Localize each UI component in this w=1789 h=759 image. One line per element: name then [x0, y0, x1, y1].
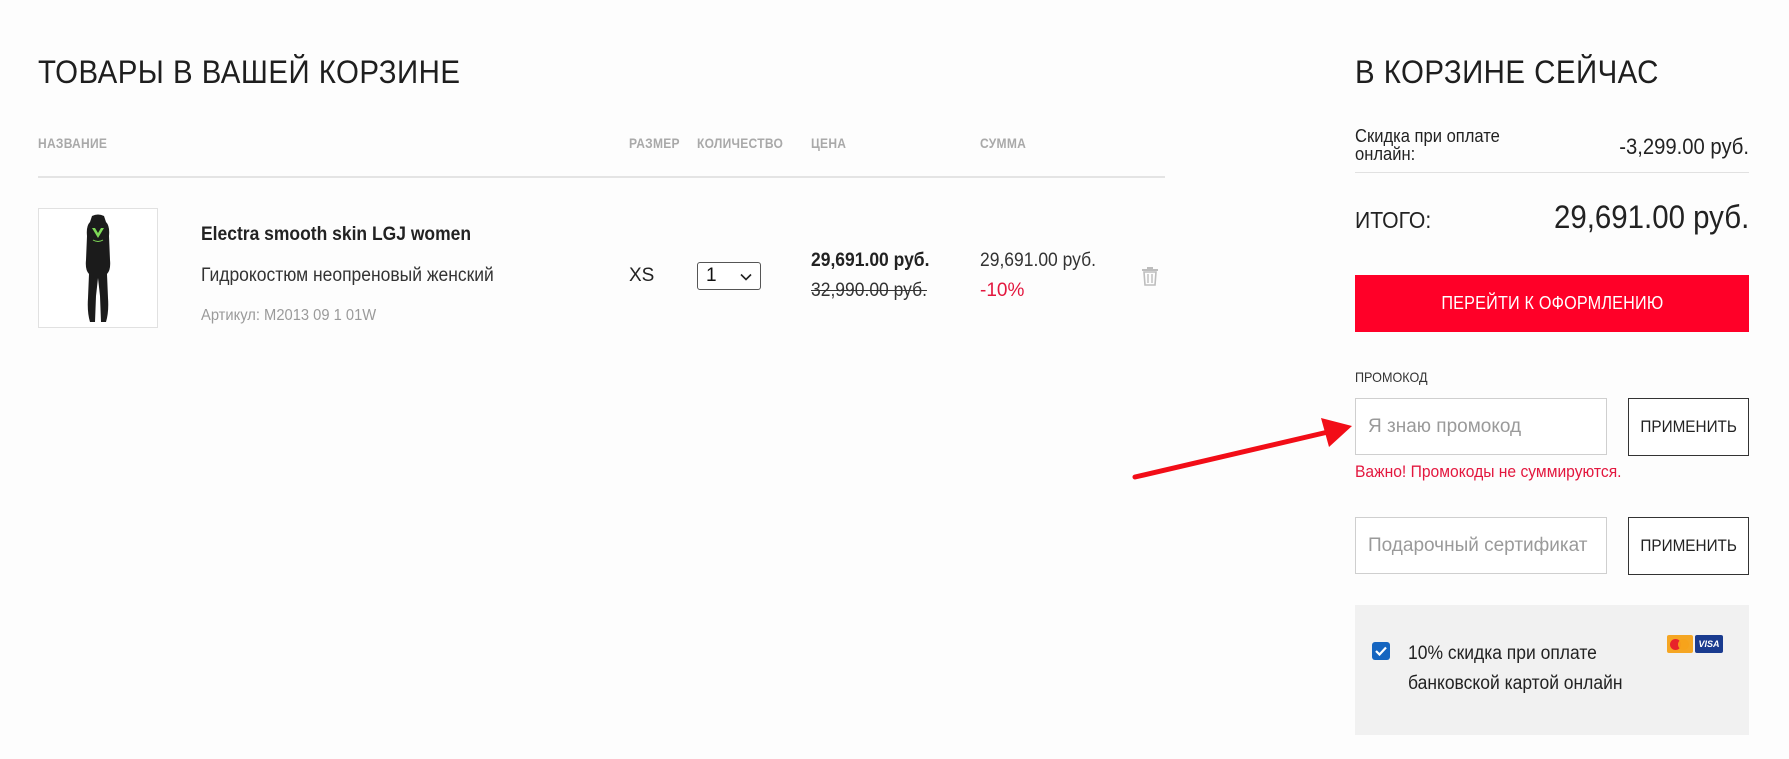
online-discount-value: -3,299.00 руб.	[1619, 134, 1749, 159]
annotation-arrow-icon	[1132, 418, 1352, 480]
header-divider	[38, 176, 1165, 178]
promo-warning: Важно! Промокоды не суммируются.	[1355, 462, 1622, 481]
product-old-price: 32,990.00 руб.	[811, 280, 927, 301]
summary-title: В КОРЗИНЕ СЕЙЧАС	[1355, 54, 1659, 90]
quantity-value: 1	[706, 265, 717, 286]
product-price: 29,691.00 руб.	[811, 250, 930, 271]
summary-divider	[1355, 172, 1749, 173]
checkout-button[interactable]: ПЕРЕЙТИ К ОФОРМЛЕНИЮ	[1355, 275, 1749, 332]
product-size: XS	[629, 265, 655, 286]
column-header-price: ЦЕНА	[811, 135, 847, 151]
promo-code-input[interactable]	[1355, 398, 1607, 455]
product-sum: 29,691.00 руб.	[980, 250, 1096, 271]
wetsuit-image	[85, 214, 111, 322]
gift-certificate-input[interactable]	[1355, 517, 1607, 574]
online-discount-label: Скидка при оплате онлайн:	[1355, 126, 1500, 164]
column-header-size: РАЗМЕР	[629, 135, 680, 151]
online-payment-text: 10% скидка при оплате банковской картой …	[1408, 643, 1623, 694]
product-name[interactable]: Electra smooth skin LGJ women	[201, 224, 471, 246]
trash-icon[interactable]	[1141, 266, 1159, 286]
promo-label: ПРОМОКОД	[1355, 369, 1428, 385]
online-payment-checkbox[interactable]	[1372, 642, 1390, 660]
mastercard-logo	[1667, 635, 1693, 653]
product-discount: -10%	[980, 280, 1025, 301]
visa-logo: VISA	[1695, 635, 1723, 653]
column-header-quantity: КОЛИЧЕСТВО	[697, 135, 784, 151]
total-label: ИТОГО:	[1355, 207, 1432, 233]
apply-gift-label: ПРИМЕНИТЬ	[1640, 536, 1737, 555]
apply-promo-label: ПРИМЕНИТЬ	[1640, 417, 1737, 436]
chevron-down-icon	[740, 273, 752, 281]
product-description: Гидрокостюм неопреновый женский	[201, 265, 494, 286]
cart-title: ТОВАРЫ В ВАШЕЙ КОРЗИНЕ	[38, 54, 461, 90]
online-payment-box: 10% скидка при оплате банковской картой …	[1355, 605, 1749, 735]
product-thumbnail[interactable]	[38, 208, 158, 328]
checkout-button-label: ПЕРЕЙТИ К ОФОРМЛЕНИЮ	[1440, 293, 1664, 313]
apply-gift-button[interactable]: ПРИМЕНИТЬ	[1628, 517, 1749, 575]
apply-promo-button[interactable]: ПРИМЕНИТЬ	[1628, 398, 1749, 456]
column-header-name: НАЗВАНИЕ	[38, 135, 108, 151]
card-logos: VISA	[1667, 635, 1723, 653]
column-header-sum: СУММА	[980, 135, 1027, 151]
checkmark-icon	[1375, 646, 1387, 656]
product-sku: Артикул: M2013 09 1 01W	[201, 307, 377, 324]
quantity-select[interactable]: 1	[697, 262, 761, 290]
total-value: 29,691.00 руб.	[1553, 199, 1749, 235]
